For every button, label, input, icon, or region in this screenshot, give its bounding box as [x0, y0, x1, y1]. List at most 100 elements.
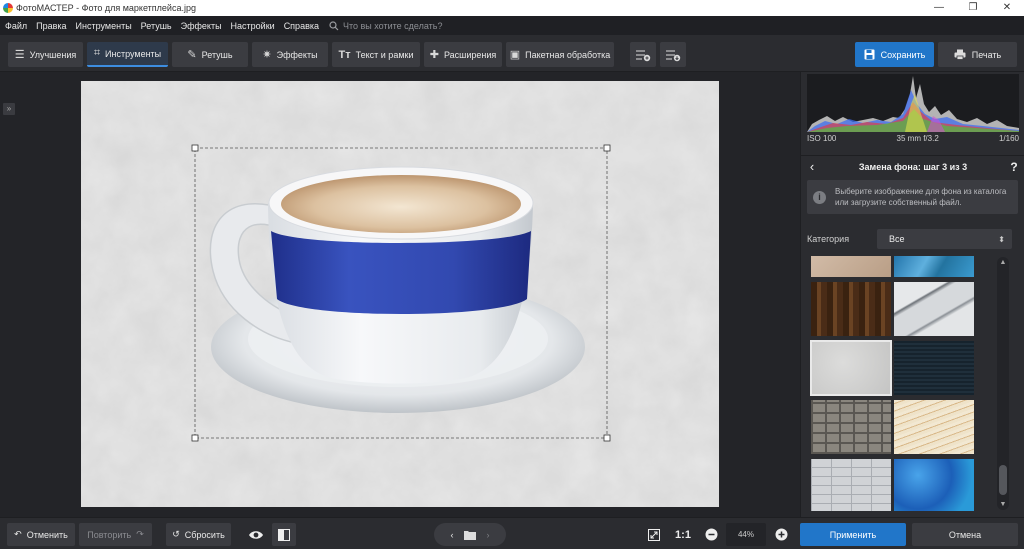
- thumb-grey-plaster[interactable]: [810, 340, 892, 396]
- thumb-blue-paint[interactable]: [894, 459, 974, 511]
- hint-box: i Выберите изображение для фона из катал…: [807, 180, 1018, 214]
- category-select[interactable]: Все ⬍: [877, 229, 1012, 249]
- maximize-icon[interactable]: ❐: [956, 0, 990, 16]
- info-icon: i: [813, 190, 826, 204]
- canvas-area: [0, 72, 800, 517]
- menu-edit[interactable]: Правка: [31, 21, 70, 31]
- background-gallery: [809, 256, 977, 511]
- help-icon[interactable]: ?: [1003, 160, 1024, 174]
- menu-effects[interactable]: Эффекты: [176, 21, 226, 31]
- thumb-white-marble[interactable]: [894, 282, 974, 336]
- reset-button[interactable]: ↺ Сбросить: [166, 523, 231, 546]
- thumb-gold-waves[interactable]: [894, 400, 974, 454]
- title-bar: ФотоМАСТЕР - Фото для маркетплейса.jpg —…: [0, 0, 1024, 16]
- presets-add-button[interactable]: [630, 42, 656, 67]
- menu-settings[interactable]: Настройки: [226, 21, 279, 31]
- zoom-out-icon[interactable]: [701, 523, 721, 546]
- preview-eye-button[interactable]: [244, 523, 268, 546]
- search-placeholder: Что вы хотите сделать?: [343, 20, 443, 31]
- thumb-blue-marble[interactable]: [894, 256, 974, 277]
- frame-handle-top-right[interactable]: [603, 144, 611, 152]
- compare-icon: [278, 528, 290, 541]
- minimize-icon[interactable]: —: [922, 0, 956, 16]
- thumb-dark-teal[interactable]: [894, 341, 974, 395]
- photo-preview[interactable]: [81, 81, 719, 507]
- tab-label: Эффекты: [276, 49, 318, 60]
- prev-photo-icon[interactable]: ‹: [440, 530, 464, 540]
- scrollbar-thumb[interactable]: [999, 465, 1007, 495]
- zoom-level[interactable]: 44%: [726, 523, 766, 546]
- tab-tools[interactable]: ⌗ Инструменты: [87, 42, 168, 67]
- step-header: ‹ Замена фона: шаг 3 из 3 ?: [801, 155, 1024, 177]
- exif-lens: 35 mm f/3.2: [896, 134, 939, 143]
- redo-button[interactable]: Повторить ↷: [79, 523, 152, 546]
- menu-file[interactable]: Файл: [0, 21, 31, 31]
- folder-icon[interactable]: [464, 530, 476, 540]
- tab-text-frames[interactable]: Tт Текст и рамки: [332, 42, 420, 67]
- eye-icon: [249, 530, 263, 539]
- sliders-icon: ☰: [14, 49, 25, 61]
- menu-tools[interactable]: Инструменты: [71, 21, 136, 31]
- exif-info: ISO 100 35 mm f/3.2 1/160: [807, 134, 1019, 143]
- hint-line-2: или загрузите собственный файл.: [835, 198, 962, 207]
- zoom-in-icon[interactable]: [771, 523, 791, 546]
- tab-label: Улучшения: [29, 49, 77, 60]
- window-controls: — ❐ ✕: [922, 0, 1024, 16]
- compare-button[interactable]: [272, 523, 296, 546]
- reset-label: Сбросить: [184, 529, 225, 540]
- redo-icon: ↷: [136, 529, 144, 539]
- cup-blue-band: [271, 231, 531, 314]
- search-icon: [329, 20, 339, 30]
- thumb-stone-wall[interactable]: [811, 400, 891, 454]
- category-value: Все: [889, 234, 905, 244]
- main-toolbar: ☰ Улучшения ⌗ Инструменты ✎ Ретушь ✷ Эфф…: [0, 35, 1024, 72]
- exif-iso: ISO 100: [807, 134, 837, 143]
- print-button[interactable]: Печать: [938, 42, 1017, 67]
- scroll-down-icon[interactable]: ▼: [997, 501, 1009, 508]
- bottom-bar: ↶ Отменить Повторить ↷ ↺ Сбросить ‹ › 1:…: [0, 517, 1024, 549]
- fit-screen-button[interactable]: [643, 523, 665, 546]
- thumb-white-brick[interactable]: [811, 459, 891, 511]
- one-to-one-button[interactable]: 1:1: [671, 523, 695, 546]
- expand-sidebar-icon[interactable]: »: [3, 103, 15, 115]
- menu-retouch[interactable]: Ретушь: [136, 21, 176, 31]
- cancel-button[interactable]: Отмена: [912, 523, 1018, 546]
- save-label: Сохранить: [880, 49, 926, 60]
- menu-search[interactable]: Что вы хотите сделать?: [329, 21, 443, 31]
- plus-icon: ✚: [429, 49, 439, 61]
- next-photo-icon[interactable]: ›: [476, 530, 500, 540]
- reset-icon: ↺: [172, 529, 180, 539]
- histogram: [807, 74, 1019, 132]
- close-icon[interactable]: ✕: [990, 0, 1024, 16]
- tab-enhancements[interactable]: ☰ Улучшения: [8, 42, 83, 67]
- undo-label: Отменить: [26, 529, 68, 540]
- batch-icon: ▣: [509, 49, 521, 61]
- photo-navigator: ‹ ›: [434, 523, 506, 546]
- gallery-scrollbar[interactable]: ▲ ▼: [997, 257, 1009, 510]
- undo-button[interactable]: ↶ Отменить: [7, 523, 75, 546]
- save-button[interactable]: Сохранить: [855, 42, 934, 67]
- frame-handle-bottom-right[interactable]: [603, 434, 611, 442]
- tab-retouch[interactable]: ✎ Ретушь: [172, 42, 248, 67]
- tab-label: Инструменты: [105, 48, 162, 59]
- frame-handle-bottom-left[interactable]: [191, 434, 199, 442]
- tab-effects[interactable]: ✷ Эффекты: [252, 42, 328, 67]
- hint-text: Выберите изображение для фона из каталог…: [835, 186, 1006, 208]
- frame-handle-top-left[interactable]: [191, 144, 199, 152]
- scroll-up-icon[interactable]: ▲: [997, 259, 1009, 266]
- right-panel: ISO 100 35 mm f/3.2 1/160 ‹ Замена фона:…: [800, 72, 1024, 517]
- tab-label: Текст и рамки: [355, 49, 414, 60]
- presets-download-button[interactable]: [660, 42, 686, 67]
- back-arrow-icon[interactable]: ‹: [801, 159, 823, 174]
- redo-label: Повторить: [87, 529, 132, 540]
- exif-shutter: 1/160: [998, 134, 1019, 143]
- sliders-plus-icon: [636, 50, 651, 61]
- tab-batch[interactable]: ▣ Пакетная обработка: [506, 42, 614, 67]
- updown-chevron-icon: ⬍: [998, 234, 1005, 244]
- text-icon: Tт: [338, 48, 351, 61]
- menu-help[interactable]: Справка: [279, 21, 323, 31]
- apply-button[interactable]: Применить: [800, 523, 906, 546]
- thumb-beige-plaster[interactable]: [811, 256, 891, 277]
- tab-extensions[interactable]: ✚ Расширения: [424, 42, 502, 67]
- thumb-dark-wood[interactable]: [811, 282, 891, 336]
